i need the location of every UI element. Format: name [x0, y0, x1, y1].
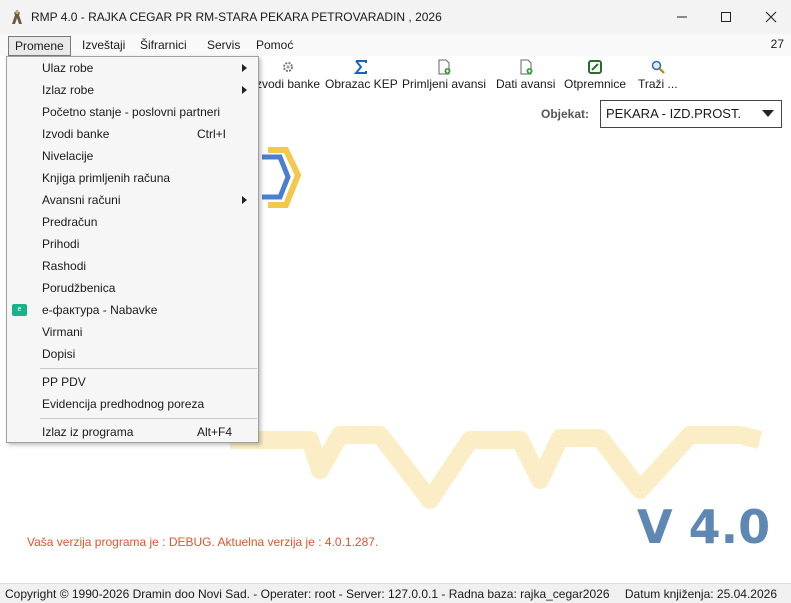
menu-promene[interactable]: Promene	[8, 36, 71, 56]
objekat-select[interactable]: PEKARA - IZD.PROST.	[600, 100, 782, 128]
objekat-label: Objekat:	[541, 107, 590, 121]
toolbar-izvodi-banke-button[interactable]: zvodi banke	[256, 58, 320, 91]
toolbar-label: Traži ...	[638, 77, 678, 91]
menu-item-dopisi[interactable]: Dopisi	[7, 343, 258, 365]
status-bar: Copyright © 1990-2026 Dramin doo Novi Sa…	[0, 583, 791, 603]
maximize-icon	[721, 12, 731, 22]
chevron-right-icon	[242, 64, 247, 72]
menu-item-label: Dopisi	[42, 347, 76, 361]
minimize-button[interactable]	[659, 0, 705, 34]
toolbar-label: Otpremnice	[564, 77, 627, 91]
menu-item-predracun[interactable]: Predračun	[7, 211, 258, 233]
menu-item-label: Knjiga primljenih računa	[42, 171, 171, 185]
menu-item-label: Evidencija predhodnog poreza	[42, 397, 205, 411]
menu-item-label: е-фактура - Nabavke	[42, 303, 158, 317]
menu-servis[interactable]: Servis	[201, 36, 246, 56]
status-datum-knjizenja: Datum knjiženja: 25.04.2026	[624, 587, 777, 601]
dramin-logo-icon	[262, 147, 302, 208]
menu-separator	[40, 418, 257, 419]
toolbar-otpremnice-button[interactable]: Otpremnice	[564, 58, 626, 91]
menu-pomoc[interactable]: Pomoć	[250, 36, 299, 56]
minimize-icon	[677, 16, 687, 18]
menu-item-shortcut: Ctrl+I	[197, 127, 227, 141]
toolbar-obrazac-kep-button[interactable]: Obrazac KEP	[325, 58, 398, 91]
gear-icon	[279, 58, 297, 76]
toolbar-trazi-button[interactable]: Traži ...	[638, 58, 678, 91]
chevron-right-icon	[242, 196, 247, 204]
menu-item-label: Izlaz iz programa	[42, 425, 134, 439]
menu-izvestaji[interactable]: Izveštaji	[76, 36, 131, 56]
rmp-app-icon	[12, 10, 22, 24]
toolbar-label: Dati avansi	[496, 77, 556, 91]
menu-item-rashodi[interactable]: Rashodi	[7, 255, 258, 277]
menu-item-izlaz-robe[interactable]: Izlaz robe	[7, 79, 258, 101]
menu-item-label: Rashodi	[42, 259, 87, 273]
menu-item-nivelacije[interactable]: Nivelacije	[7, 145, 258, 167]
menu-item-label: Početno stanje - poslovni partneri	[42, 105, 221, 119]
menu-item-shortcut: Alt+F4	[197, 425, 233, 439]
chevron-right-icon	[242, 86, 247, 94]
version-label: V 4.0	[637, 500, 771, 554]
menu-bar: Promene Izveštaji Šifrarnici Servis Pomo…	[0, 34, 791, 56]
menu-item-label: Avansni računi	[42, 193, 121, 207]
toolbar-label: Obrazac KEP	[325, 77, 398, 91]
menu-item-evidencija-predhodnog-poreza[interactable]: Evidencija predhodnog poreza	[7, 393, 258, 415]
chevron-down-icon	[762, 110, 774, 117]
window-title: RMP 4.0 - RAJKA CEGAR PR RM-STARA PEKARA…	[31, 10, 442, 24]
toolbar-label: Primljeni avansi	[402, 77, 487, 91]
document-add-icon	[517, 58, 535, 76]
menu-item-label: Porudžbenica	[42, 281, 116, 295]
menu-item-label: Predračun	[42, 215, 98, 229]
promene-dropdown-menu: Ulaz robe Izlaz robe Početno stanje - po…	[6, 56, 259, 443]
toolbar-dati-avansi-button[interactable]: Dati avansi	[496, 58, 555, 91]
menu-separator	[40, 368, 257, 369]
menu-item-pocetno-stanje[interactable]: Početno stanje - poslovni partneri	[7, 101, 258, 123]
menu-item-e-faktura-nabavke[interactable]: e е-фактура - Nabavke	[7, 299, 258, 321]
menu-item-prihodi[interactable]: Prihodi	[7, 233, 258, 255]
menu-item-label: Virmani	[42, 325, 83, 339]
close-button[interactable]	[748, 0, 791, 34]
menu-item-label: Izvodi banke	[42, 127, 110, 141]
e-faktura-icon: e	[12, 304, 27, 316]
menu-item-label: Ulaz robe	[42, 61, 94, 75]
title-bar: RMP 4.0 - RAJKA CEGAR PR RM-STARA PEKARA…	[0, 0, 791, 34]
menu-item-knjiga-primljenih-racuna[interactable]: Knjiga primljenih računa	[7, 167, 258, 189]
toolbar-label: zvodi banke	[256, 77, 321, 91]
menu-item-label: PP PDV	[42, 375, 86, 389]
menu-item-pp-pdv[interactable]: PP PDV	[7, 371, 258, 393]
menu-item-izvodi-banke[interactable]: Izvodi banke Ctrl+I	[7, 123, 258, 145]
debug-version-text: Vaša verzija programa je : DEBUG. Aktuel…	[27, 535, 379, 549]
menu-right-number: 27	[770, 37, 784, 51]
menu-item-label: Nivelacije	[42, 149, 94, 163]
menu-item-virmani[interactable]: Virmani	[7, 321, 258, 343]
objekat-value: PEKARA - IZD.PROST.	[606, 106, 742, 121]
close-icon	[765, 11, 777, 23]
maximize-button[interactable]	[703, 0, 749, 34]
menu-item-label: Izlaz robe	[42, 83, 95, 97]
menu-item-label: Prihodi	[42, 237, 80, 251]
search-icon	[649, 58, 667, 76]
toolbar-primljeni-avansi-button[interactable]: Primljeni avansi	[402, 58, 486, 91]
menu-item-avansni-racuni[interactable]: Avansni računi	[7, 189, 258, 211]
sigma-icon	[352, 58, 370, 76]
menu-sifarnici[interactable]: Šifrarnici	[134, 36, 193, 56]
edit-icon	[586, 58, 604, 76]
menu-item-ulaz-robe[interactable]: Ulaz robe	[7, 57, 258, 79]
status-copyright: Copyright © 1990-2026 Dramin doo Novi Sa…	[5, 587, 610, 601]
document-add-icon	[435, 58, 453, 76]
menu-item-porudzbenica[interactable]: Porudžbenica	[7, 277, 258, 299]
menu-item-izlaz-iz-programa[interactable]: Izlaz iz programa Alt+F4	[7, 421, 258, 443]
